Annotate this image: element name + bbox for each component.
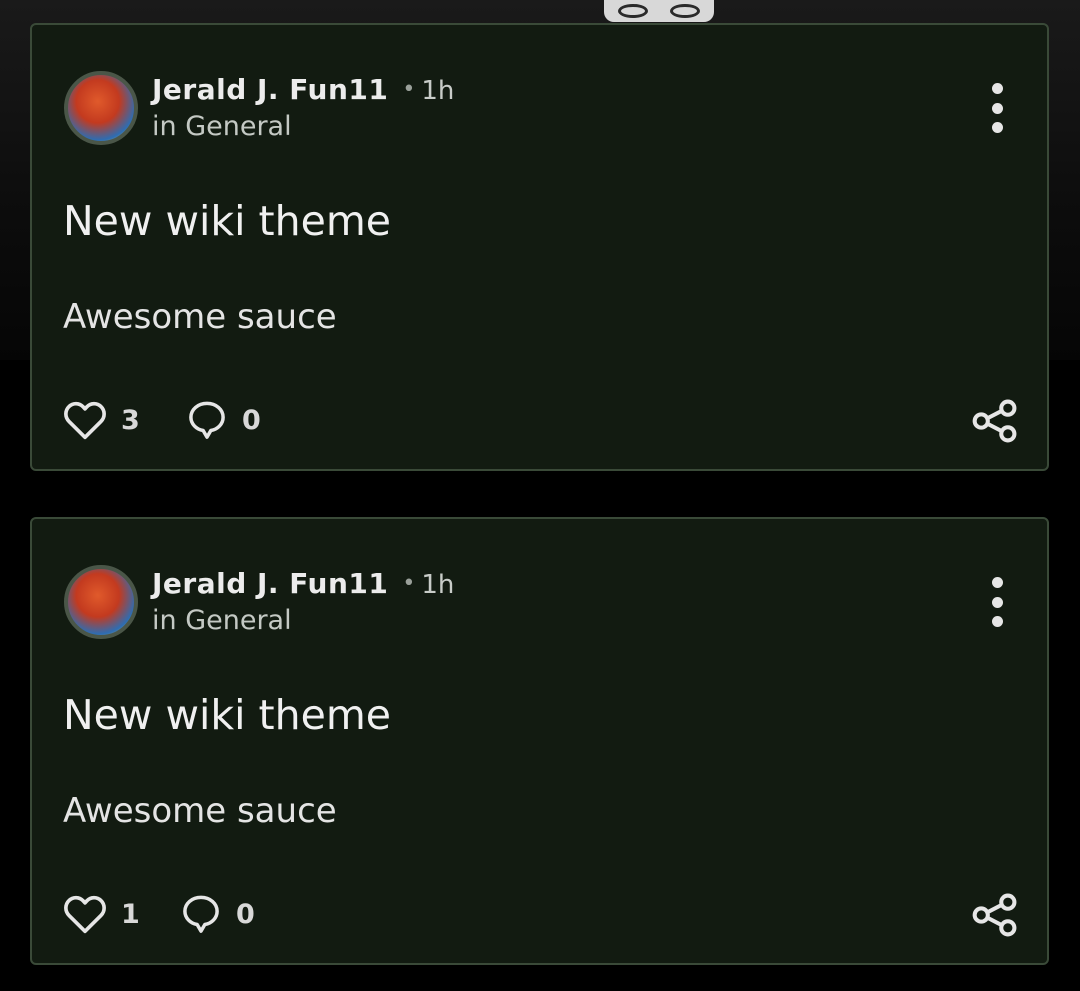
post-body: Awesome sauce <box>63 297 337 337</box>
heart-icon <box>64 895 106 934</box>
like-button[interactable]: 3 <box>63 397 140 443</box>
more-vertical-icon <box>991 577 1003 588</box>
post-title[interactable]: New wiki theme <box>63 691 391 739</box>
comment-count: 0 <box>236 898 255 930</box>
separator-dot: • <box>402 571 416 596</box>
author-line: Jerald J. Fun11 • 1h <box>152 567 454 600</box>
post-title[interactable]: New wiki theme <box>63 197 391 245</box>
like-count: 1 <box>121 898 140 930</box>
comment-icon <box>183 895 219 933</box>
heart-icon <box>64 401 106 440</box>
more-vertical-icon <box>991 83 1003 94</box>
share-icon <box>972 399 1017 443</box>
post-category[interactable]: in General <box>152 605 292 636</box>
share-button[interactable] <box>971 893 1019 937</box>
like-button[interactable]: 1 <box>63 891 140 937</box>
post-time: 1h <box>421 76 455 106</box>
post-card[interactable]: Jerald J. Fun11 • 1h in General New wiki t… <box>30 517 1049 965</box>
comment-button[interactable]: 0 <box>186 397 261 443</box>
background-figure <box>604 0 714 22</box>
post-body: Awesome sauce <box>63 791 337 831</box>
share-button[interactable] <box>971 399 1019 443</box>
post-card[interactable]: Jerald J. Fun11 • 1h in General New wiki t… <box>30 23 1049 471</box>
like-count: 3 <box>121 404 140 436</box>
background-eye-right <box>670 4 700 18</box>
author-line: Jerald J. Fun11 • 1h <box>152 73 454 106</box>
author-name[interactable]: Jerald J. Fun11 <box>152 73 388 106</box>
author-avatar[interactable] <box>64 71 138 145</box>
separator-dot: • <box>402 77 416 102</box>
background-eye-left <box>618 4 648 18</box>
more-options-button[interactable] <box>985 577 1009 627</box>
comment-icon <box>189 401 225 439</box>
post-time: 1h <box>421 570 455 600</box>
comment-count: 0 <box>242 404 261 436</box>
comment-button[interactable]: 0 <box>180 891 255 937</box>
author-avatar[interactable] <box>64 565 138 639</box>
post-category[interactable]: in General <box>152 111 292 142</box>
more-options-button[interactable] <box>985 83 1009 133</box>
author-name[interactable]: Jerald J. Fun11 <box>152 567 388 600</box>
share-icon <box>972 893 1017 937</box>
